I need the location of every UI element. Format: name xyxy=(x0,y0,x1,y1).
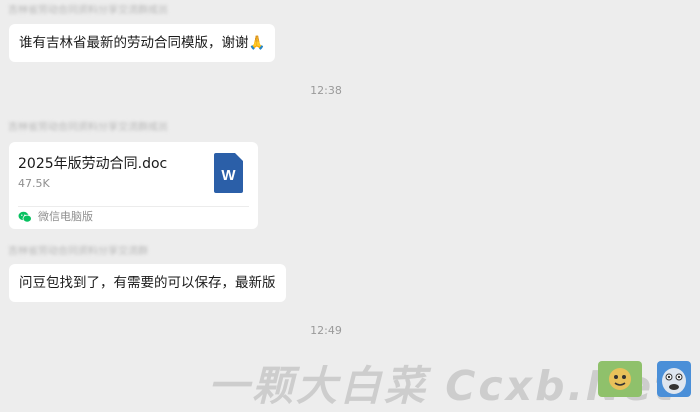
message-bubble[interactable]: 谁有吉林省最新的劳动合同模版，谢谢🙏 xyxy=(9,24,276,62)
message-bubble[interactable]: 问豆包找到了，有需要的可以保存，最新版 xyxy=(9,264,286,302)
sender-name: 吉林省劳动合同资料分享交流群成员 xyxy=(8,122,168,133)
wechat-icon xyxy=(18,211,32,223)
word-icon-letter: W xyxy=(221,167,236,184)
sticker-face-icon xyxy=(662,368,686,394)
sender-name: 吉林省劳动合同资料分享交流群成员 xyxy=(8,5,168,16)
sticker-image xyxy=(657,361,691,397)
word-file-icon: W xyxy=(214,153,243,193)
sticker-face-icon xyxy=(609,368,631,390)
source-label: 微信电脑版 xyxy=(38,210,93,223)
file-size: 47.5K xyxy=(18,177,50,190)
timestamp: 12:38 xyxy=(310,84,342,97)
file-card[interactable]: 2025年版劳动合同.doc 47.5K W 微信电脑版 xyxy=(9,142,258,229)
divider xyxy=(18,206,249,207)
timestamp: 12:49 xyxy=(310,324,342,337)
file-name: 2025年版劳动合同.doc xyxy=(18,156,168,172)
message-text: 谁有吉林省最新的劳动合同模版，谢谢🙏 xyxy=(19,35,266,51)
sticker-image xyxy=(598,361,642,397)
sender-name: 吉林省劳动合同资料分享交流群 xyxy=(8,246,148,257)
message-text: 问豆包找到了，有需要的可以保存，最新版 xyxy=(19,275,276,291)
